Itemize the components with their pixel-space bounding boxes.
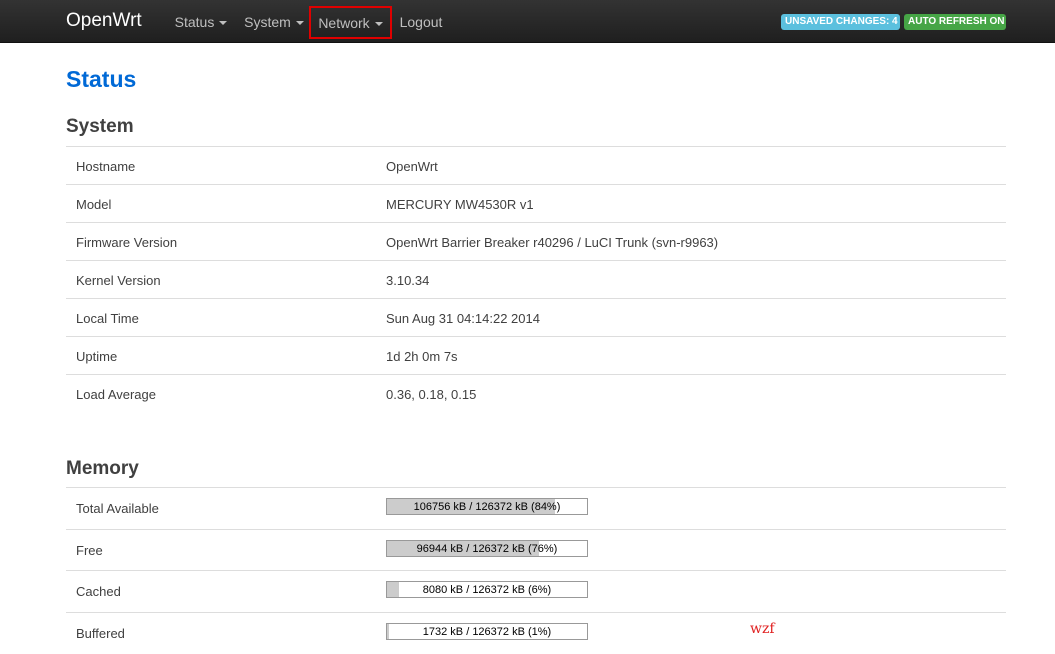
memory-section-title: Memory — [66, 458, 139, 479]
table-row: Free 96944 kB / 126372 kB (76%) — [66, 528, 1006, 571]
progress-text: 1732 kB / 126372 kB (1%) — [422, 625, 552, 638]
row-value: MERCURY MW4530R v1 — [386, 197, 534, 212]
row-value: OpenWrt — [386, 159, 438, 174]
table-row: Model MERCURY MW4530R v1 — [66, 184, 1006, 222]
row-value: 1d 2h 0m 7s — [386, 349, 458, 364]
nav-logout-link[interactable]: Logout — [399, 0, 443, 43]
table-row: Kernel Version 3.10.34 — [66, 260, 1006, 298]
memory-progress-bar: 106756 kB / 126372 kB (84%) — [386, 498, 588, 515]
nav-menu-label: Status — [174, 13, 215, 30]
handwritten-signature: wzf — [750, 621, 775, 637]
table-row: Total Available 106756 kB / 126372 kB (8… — [66, 487, 1006, 529]
memory-progress-bar: 8080 kB / 126372 kB (6%) — [386, 581, 588, 598]
top-navbar: OpenWrt Status System Network Logout UNS… — [0, 0, 1055, 43]
caret-down-icon — [295, 20, 304, 25]
row-label: Firmware Version — [76, 235, 178, 250]
system-table: Hostname OpenWrt Model MERCURY MW4530R v… — [66, 146, 1006, 412]
memory-progress-bar: 1732 kB / 126372 kB (1%) — [386, 622, 588, 640]
progress-text: 8080 kB / 126372 kB (6%) — [422, 584, 552, 596]
progress-text: 96944 kB / 126372 kB (76%) — [416, 542, 558, 555]
memory-progress-bar: 96944 kB / 126372 kB (76%) — [386, 539, 588, 557]
memory-table: Total Available 106756 kB / 126372 kB (8… — [66, 487, 1006, 653]
row-label: Buffered — [76, 625, 125, 641]
table-row: Cached 8080 kB / 126372 kB (6%) — [66, 570, 1006, 612]
table-row: Uptime 1d 2h 0m 7s — [66, 336, 1006, 374]
row-label: Hostname — [76, 159, 136, 174]
nav-menu-label: Network — [318, 14, 370, 31]
progress-text: 106756 kB / 126372 kB (84%) — [413, 501, 561, 513]
row-label: Cached — [76, 584, 121, 599]
row-value: Sun Aug 31 04:14:22 2014 — [386, 311, 540, 326]
row-label: Local Time — [76, 311, 139, 326]
nav-logout-label: Logout — [399, 13, 443, 30]
nav-menu-network[interactable]: Network — [309, 6, 392, 39]
row-value: OpenWrt Barrier Breaker r40296 / LuCI Tr… — [386, 235, 719, 250]
row-value: 0.36, 0.18, 0.15 — [386, 387, 477, 402]
row-label: Free — [76, 542, 103, 558]
table-row: Hostname OpenWrt — [66, 146, 1006, 184]
page-title: Status — [66, 66, 137, 92]
auto-refresh-badge[interactable]: AUTO REFRESH ON — [904, 14, 1006, 30]
caret-down-icon — [219, 20, 228, 25]
brand-logo[interactable]: OpenWrt — [66, 10, 142, 32]
unsaved-changes-badge[interactable]: UNSAVED CHANGES: 4 — [781, 14, 900, 30]
nav-menu-status[interactable]: Status — [174, 0, 228, 43]
row-label: Kernel Version — [76, 273, 161, 288]
table-row: Local Time Sun Aug 31 04:14:22 2014 — [66, 298, 1006, 336]
nav-menu-system[interactable]: System — [244, 0, 304, 43]
caret-down-icon — [374, 21, 383, 26]
nav-menu-label: System — [244, 13, 291, 30]
table-row: Load Average 0.36, 0.18, 0.15 — [66, 374, 1006, 412]
system-section-title: System — [66, 116, 134, 137]
row-value: 3.10.34 — [386, 273, 430, 288]
row-label: Uptime — [76, 349, 118, 364]
table-row: Buffered 1732 kB / 126372 kB (1%) — [66, 611, 1006, 654]
row-label: Model — [76, 197, 112, 212]
table-row: Firmware Version OpenWrt Barrier Breaker… — [66, 222, 1006, 260]
row-label: Total Available — [76, 501, 159, 516]
row-label: Load Average — [76, 387, 156, 402]
